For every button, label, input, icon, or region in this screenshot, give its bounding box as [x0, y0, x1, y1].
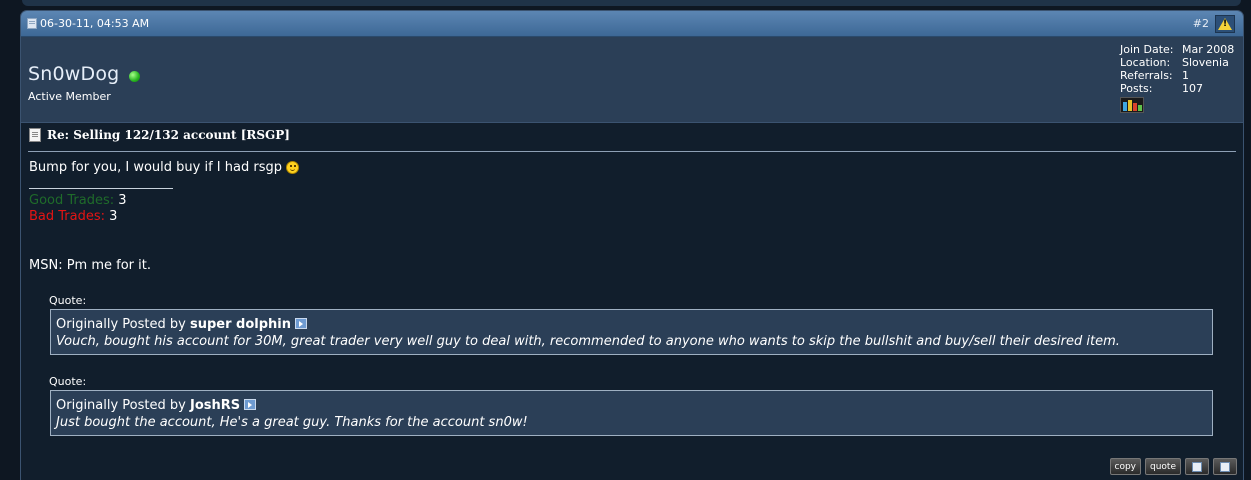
previous-post-edge [22, 0, 1241, 6]
stat-referrals: Referrals: 1 [1120, 69, 1189, 82]
signature-trades: Good Trades: 3 Bad Trades: 3 [29, 193, 127, 225]
stat-posts: Posts: 107 [1120, 82, 1203, 95]
quote-text: Just bought the account, He's a great gu… [56, 415, 528, 430]
title-divider [28, 151, 1236, 152]
quote-button[interactable]: quote [1145, 458, 1181, 475]
view-post-icon[interactable] [244, 399, 257, 410]
warning-icon [1218, 17, 1232, 30]
multiquote-icon [1192, 461, 1202, 472]
quote-author: JoshRS [189, 398, 241, 413]
quote-author: super dolphin [189, 317, 292, 332]
post-icon [27, 18, 37, 29]
post-controls: copy quote [1109, 458, 1237, 475]
achievement-icon[interactable] [1120, 97, 1144, 113]
post-date: 06-30-11, 04:53 AM [40, 17, 150, 30]
forum-post: 06-30-11, 04:53 AM #2 Sn0wDog Active Mem… [20, 10, 1244, 480]
good-trades-label: Good Trades: [29, 193, 115, 208]
stat-join-date: Join Date: Mar 2008 [1120, 43, 1235, 56]
good-trades-value: 3 [118, 193, 127, 208]
view-post-icon[interactable] [295, 318, 308, 329]
smiley-icon [285, 161, 299, 174]
edit-icon [1220, 461, 1230, 472]
report-post-button[interactable] [1215, 14, 1235, 33]
post-header: 06-30-11, 04:53 AM #2 [21, 11, 1243, 37]
signature-divider [29, 188, 173, 189]
copy-button[interactable]: copy [1109, 458, 1141, 475]
bad-trades-label: Bad Trades: [29, 209, 106, 224]
quote-box: Originally Posted by super dolphin Vouch… [50, 309, 1213, 355]
post-number-link[interactable]: #2 [1193, 17, 1209, 30]
document-icon [29, 128, 41, 142]
stat-location: Location: Slovenia [1120, 56, 1229, 69]
user-stats: Join Date: Mar 2008 Location: Slovenia R… [1120, 43, 1234, 113]
user-info: Sn0wDog Active Member Join Date: Mar 200… [21, 37, 1243, 122]
quote-box: Originally Posted by JoshRS Just bought … [50, 390, 1213, 436]
quote-text: Vouch, bought his account for 30M, great… [56, 334, 1120, 349]
user-title: Active Member [28, 90, 111, 103]
post-title: Re: Selling 122/132 account [RSGP] [29, 128, 290, 142]
quote-label: Quote: [49, 294, 87, 307]
quote-header: Originally Posted by JoshRS [56, 397, 1206, 414]
signature-msn: MSN: Pm me for it. [29, 258, 151, 273]
edit-button[interactable] [1213, 458, 1237, 475]
multiquote-button[interactable] [1185, 458, 1209, 475]
quote-label: Quote: [49, 375, 87, 388]
quote-header: Originally Posted by super dolphin [56, 316, 1206, 333]
online-status-icon [129, 71, 140, 82]
bad-trades-value: 3 [109, 209, 118, 224]
post-message: Bump for you, I would buy if I had rsgp [29, 160, 299, 175]
post-body: Re: Selling 122/132 account [RSGP] Bump … [21, 122, 1243, 480]
username-link[interactable]: Sn0wDog [28, 63, 119, 85]
